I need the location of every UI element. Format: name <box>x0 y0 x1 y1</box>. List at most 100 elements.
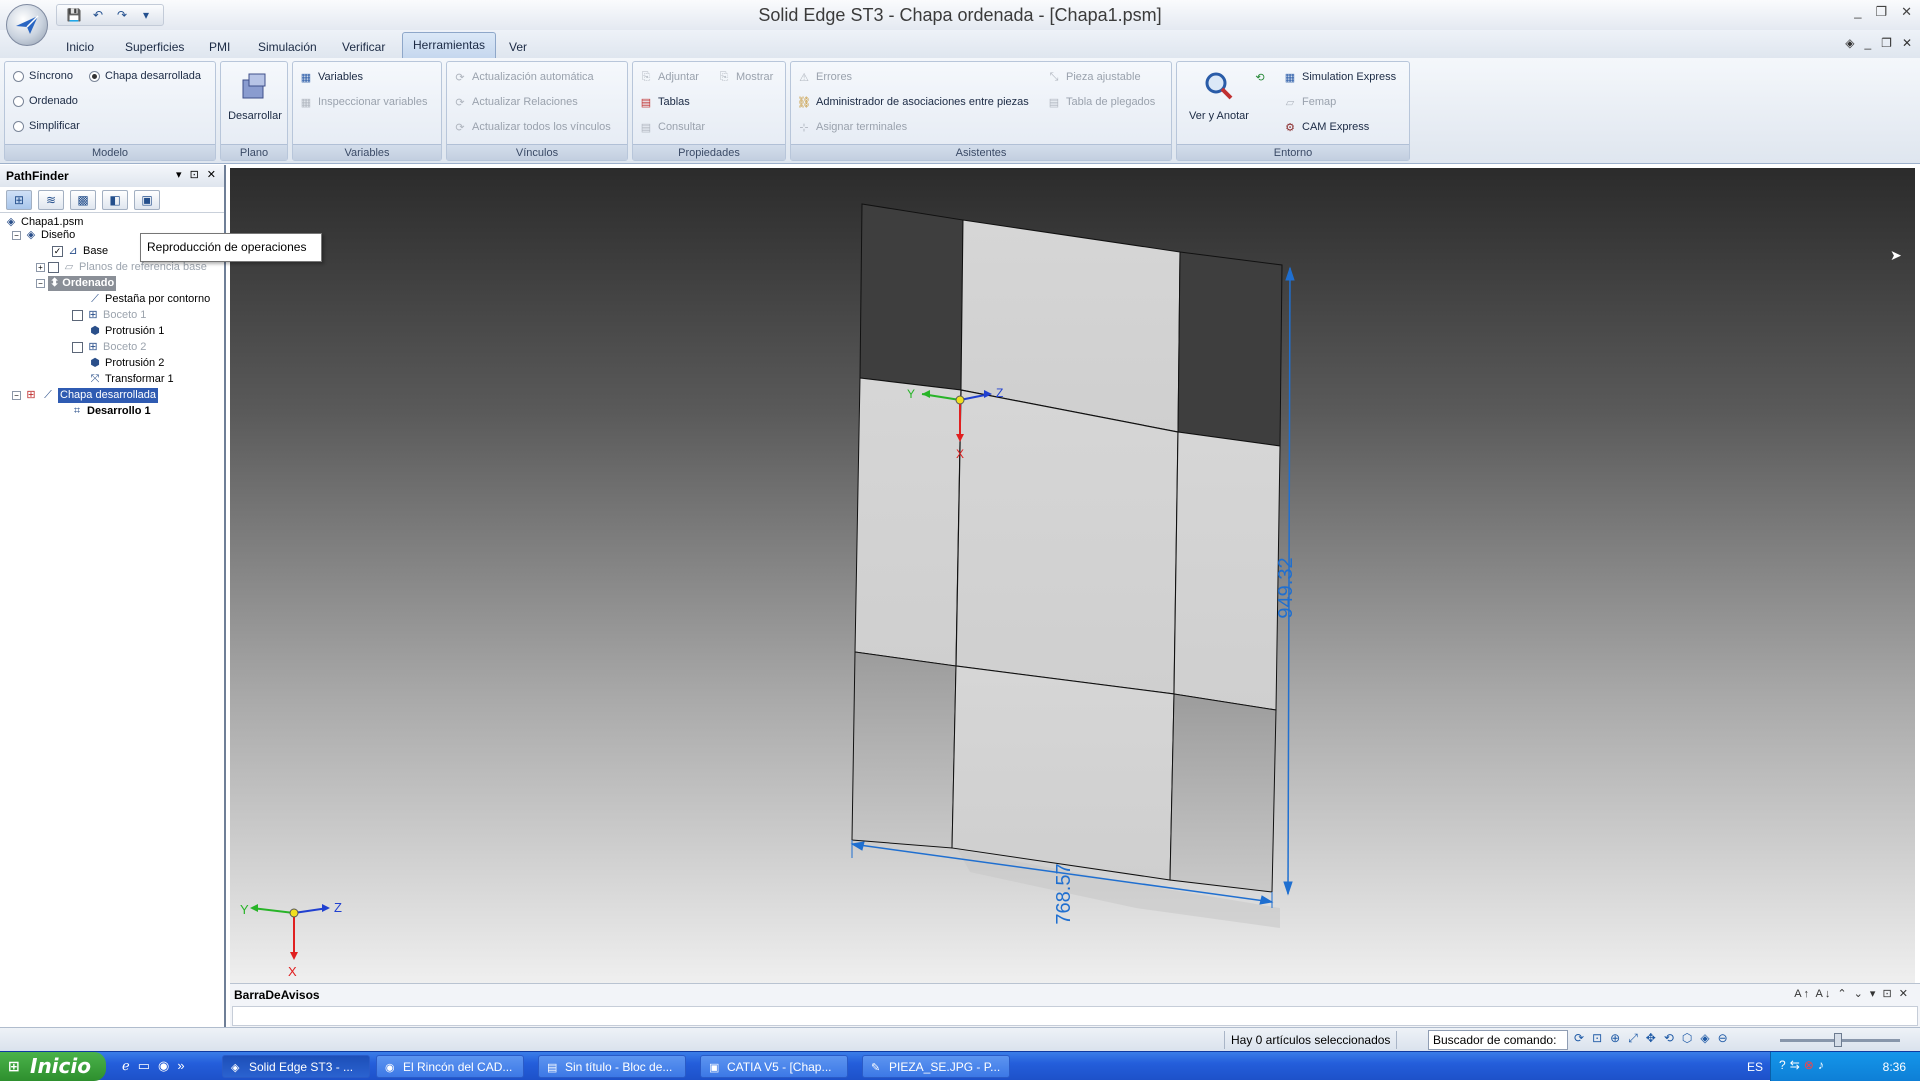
actualizar-todos-button[interactable]: ⟳ Actualizar todos los vínculos <box>453 120 610 134</box>
errores-button[interactable]: ⚠ Errores <box>797 70 852 84</box>
tab-ver[interactable]: Ver <box>505 36 531 58</box>
task-pieza-jpg[interactable]: ✎ PIEZA_SE.JPG - P... <box>862 1055 1010 1078</box>
browser-icon[interactable]: ℯ <box>122 1058 130 1074</box>
tree-protrusion1[interactable]: ⬢ Protrusión 1 <box>88 324 164 339</box>
tree-desarrollo1[interactable]: ⌗ Desarrollo 1 <box>70 404 151 419</box>
dimension-width-label[interactable]: 768.57 <box>1053 863 1075 924</box>
rotate-icon[interactable]: ⟲ <box>1664 1031 1674 1046</box>
variables-button[interactable]: ▦ Variables <box>299 70 363 84</box>
panel-bottom-left[interactable] <box>851 651 957 849</box>
mostrar-button[interactable]: ⎘ Mostrar <box>717 70 774 84</box>
radio-ordenado[interactable]: Ordenado <box>13 95 78 107</box>
feature-playback-icon[interactable]: ▣ <box>134 190 160 210</box>
tree-pestana[interactable]: ⟋ Pestaña por contorno <box>88 292 210 307</box>
panel-middle-left[interactable] <box>854 377 962 667</box>
start-button[interactable]: ⊞ Inicio <box>0 1052 106 1081</box>
tree-protrusion2[interactable]: ⬢ Protrusión 2 <box>88 356 164 371</box>
help-icon[interactable]: ◈ <box>1845 36 1854 50</box>
tree-transformar1[interactable]: ⤧ Transformar 1 <box>88 372 174 387</box>
colors-icon[interactable]: ◧ <box>102 190 128 210</box>
actualizacion-automatica-button[interactable]: ⟳ Actualización automática <box>453 70 593 84</box>
panel-top-left[interactable] <box>859 203 964 391</box>
folder-icon[interactable]: ▭ <box>138 1058 150 1074</box>
actualizar-relaciones-button[interactable]: ⟳ Actualizar Relaciones <box>453 95 577 109</box>
tree-boceto2[interactable]: ⊞ Boceto 2 <box>72 340 146 355</box>
language-indicator[interactable]: ES <box>1747 1060 1763 1074</box>
checkbox-base[interactable]: ✓ <box>52 246 63 257</box>
adjuntar-button[interactable]: ⎘ Adjuntar <box>639 70 699 84</box>
ver-anotar-button[interactable]: Ver y Anotar <box>1181 68 1257 122</box>
tray-network-icon[interactable]: ⇆ <box>1790 1058 1800 1072</box>
tray-volume-icon[interactable]: ♪ <box>1818 1058 1824 1072</box>
graphics-viewport[interactable]: 949.32 768.57 Y Z X Y Z X <box>230 168 1915 983</box>
minimize-button[interactable]: _ <box>1854 4 1861 20</box>
zoom-out-icon[interactable]: ⊖ <box>1718 1031 1728 1046</box>
media-icon[interactable]: ◉ <box>158 1058 169 1074</box>
zoom-slider-handle[interactable] <box>1834 1033 1842 1047</box>
close-button[interactable]: ✕ <box>1901 4 1912 20</box>
panel-bottom-right[interactable] <box>1169 693 1277 893</box>
redo-icon[interactable]: ↷ <box>113 6 131 24</box>
tab-superficies[interactable]: Superficies <box>121 36 188 58</box>
task-catia[interactable]: ▣ CATIA V5 - [Chap... <box>700 1055 848 1078</box>
feature-library-icon[interactable]: ▩ <box>70 190 96 210</box>
femap-button[interactable]: ▱ Femap <box>1283 95 1336 109</box>
view-annotate-extra-icon[interactable]: ⟲ <box>1253 70 1267 84</box>
tabla-plegados-button[interactable]: ▤ Tabla de plegados <box>1047 95 1156 109</box>
desarrollar-button[interactable]: Desarrollar <box>225 68 285 122</box>
features-icon[interactable]: ⊞ <box>6 190 32 210</box>
dimension-height-label[interactable]: 949.32 <box>1275 557 1297 618</box>
tab-inicio[interactable]: Inicio <box>62 36 98 58</box>
panel-top-right[interactable] <box>1177 251 1283 447</box>
administrador-asociaciones-button[interactable]: ⛓ Administrador de asociaciones entre pie… <box>797 95 1029 109</box>
tab-verificar[interactable]: Verificar <box>338 36 389 58</box>
save-icon[interactable]: 💾 <box>65 6 83 24</box>
panel-middle-center[interactable] <box>955 389 1179 695</box>
view-orientation-icon[interactable]: ⬡ <box>1682 1031 1692 1046</box>
zoom-area-icon[interactable]: ⊡ <box>1592 1031 1602 1046</box>
view-axis-triad[interactable]: Y Z X <box>240 900 342 979</box>
application-button[interactable] <box>6 4 48 46</box>
close-icon[interactable]: ✕ <box>207 168 216 181</box>
checkbox-planos[interactable] <box>48 262 59 273</box>
task-bloc-notas[interactable]: ▤ Sin título - Bloc de... <box>538 1055 686 1078</box>
radio-simplificar[interactable]: Simplificar <box>13 120 80 132</box>
radio-sincrono[interactable]: Síncrono <box>13 70 73 82</box>
zoom-icon[interactable]: ⊕ <box>1610 1031 1620 1046</box>
restore-button[interactable]: ❐ <box>1875 4 1887 20</box>
refresh-icon[interactable]: ⟳ <box>1574 1031 1584 1046</box>
tree-ordenado[interactable]: − ⬍ Ordenado <box>36 276 117 291</box>
tray-help-icon[interactable]: ? <box>1779 1058 1786 1072</box>
tree-diseno[interactable]: − ◈ Diseño <box>12 228 75 243</box>
asignar-terminales-button[interactable]: ⊹ Asignar terminales <box>797 120 907 134</box>
customize-qat-icon[interactable]: ▾ <box>137 6 155 24</box>
close-doc-button[interactable]: ✕ <box>1902 36 1912 50</box>
checkbox-boceto2[interactable] <box>72 342 83 353</box>
checkbox-boceto1[interactable] <box>72 310 83 321</box>
panel-middle-right[interactable] <box>1173 431 1281 711</box>
tree-boceto1[interactable]: ⊞ Boceto 1 <box>72 308 146 323</box>
minimize-doc-button[interactable]: _ <box>1864 36 1871 50</box>
pin-icon[interactable]: ⊡ <box>190 168 199 181</box>
panel-bottom-center[interactable] <box>951 665 1175 881</box>
task-rincon-cad[interactable]: ◉ El Rincón del CAD... <box>376 1055 524 1078</box>
pieza-ajustable-button[interactable]: ⤡ Pieza ajustable <box>1047 70 1141 84</box>
tab-pmi[interactable]: PMI <box>205 36 234 58</box>
tab-herramientas[interactable]: Herramientas <box>402 32 497 58</box>
render-mode-icon[interactable]: ◈ <box>1700 1031 1709 1046</box>
cam-express-button[interactable]: ⚙ CAM Express <box>1283 120 1369 134</box>
tree-base[interactable]: ✓ ⊿ Base <box>52 244 108 259</box>
tray-security-icon[interactable]: ⊗ <box>1804 1058 1814 1072</box>
tree-chapa-desarrollada[interactable]: − ⊞ ⟋ Chapa desarrollada <box>12 388 159 403</box>
task-solid-edge[interactable]: ◈ Solid Edge ST3 - ... <box>222 1055 370 1078</box>
pan-icon[interactable]: ✥ <box>1646 1031 1656 1046</box>
dropdown-icon[interactable]: ▾ <box>176 168 182 181</box>
command-finder-input[interactable]: Buscador de comando: <box>1428 1030 1568 1050</box>
simulation-express-button[interactable]: ▦ Simulation Express <box>1283 70 1396 84</box>
consultar-button[interactable]: ▤ Consultar <box>639 120 705 134</box>
tab-simulacion[interactable]: Simulación <box>254 36 321 58</box>
restore-doc-button[interactable]: ❐ <box>1881 36 1892 50</box>
inspeccionar-variables-button[interactable]: ▦ Inspeccionar variables <box>299 95 428 109</box>
more-icon[interactable]: » <box>177 1058 184 1074</box>
message-bar-controls[interactable]: A↑ A↓ ⌃ ⌄ ▾ ⊡ ✕ <box>1794 987 1910 1000</box>
